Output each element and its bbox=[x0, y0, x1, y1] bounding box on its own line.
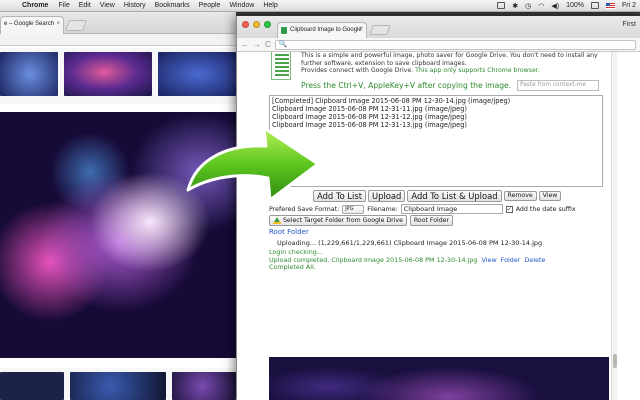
menu-people[interactable]: People bbox=[199, 2, 221, 9]
profile-button[interactable]: First bbox=[622, 21, 636, 28]
menu-edit[interactable]: Edit bbox=[79, 2, 91, 9]
close-icon[interactable]: × bbox=[359, 26, 363, 32]
app-logo-icon bbox=[271, 52, 291, 80]
filename-label: Filename: bbox=[367, 205, 398, 213]
menu-history[interactable]: History bbox=[124, 2, 146, 9]
google-drive-icon bbox=[273, 217, 281, 224]
close-window-button[interactable] bbox=[242, 21, 249, 28]
browser-support-note: This app only supports Chrome browser. bbox=[413, 67, 540, 75]
thumbnail-image[interactable] bbox=[0, 372, 64, 400]
new-tab-button[interactable] bbox=[64, 20, 88, 31]
upload-button[interactable]: Upload bbox=[368, 190, 406, 202]
filename-input[interactable]: Clipboard Image bbox=[400, 204, 503, 214]
input-source-flag-icon[interactable] bbox=[606, 2, 615, 9]
folder-row: Select Target Folder from Google Drive R… bbox=[269, 215, 454, 226]
delete-link[interactable]: Delete bbox=[524, 256, 545, 264]
app-content: This is a simple and powerful image, pho… bbox=[237, 52, 611, 400]
current-folder-link[interactable]: Root Folder bbox=[269, 228, 309, 236]
select-folder-label: Select Target Folder from Google Drive bbox=[283, 217, 403, 224]
tab-title: Clipboard Image to Google bbox=[290, 27, 362, 33]
toolbar: ← → C 🔍 bbox=[237, 38, 640, 52]
list-item[interactable]: [Completed] Clipboard Image 2015-06-08 P… bbox=[272, 97, 600, 105]
new-tab-button[interactable] bbox=[369, 25, 391, 35]
root-folder-button[interactable]: Root Folder bbox=[409, 215, 454, 226]
back-tab-google-search[interactable]: e – Google Search × bbox=[0, 16, 64, 34]
uploaded-image-preview bbox=[269, 357, 609, 400]
app-favicon-icon bbox=[281, 27, 287, 34]
image-thumbnail-row-bottom bbox=[0, 368, 236, 400]
menu-app-chrome[interactable]: Chrome bbox=[22, 2, 48, 9]
description-line: This is a simple and powerful image, pho… bbox=[301, 52, 598, 59]
time-machine-icon[interactable]: ◷ bbox=[525, 2, 531, 10]
app-description: This is a simple and powerful image, pho… bbox=[301, 52, 601, 75]
back-tab-strip: e – Google Search × bbox=[0, 12, 236, 34]
remove-button[interactable]: Remove bbox=[503, 191, 537, 201]
battery-level[interactable]: 100% bbox=[566, 2, 584, 9]
volume-icon[interactable]: ◀) bbox=[551, 2, 559, 10]
add-to-list-and-upload-button[interactable]: Add To List & Upload bbox=[407, 190, 502, 202]
scrollbar-thumb[interactable] bbox=[613, 354, 617, 368]
tab-clipboard-image[interactable]: Clipboard Image to Google × bbox=[277, 22, 367, 38]
menu-help[interactable]: Help bbox=[263, 2, 277, 9]
thumbnail-image[interactable] bbox=[158, 52, 236, 96]
paste-input[interactable]: Paste from context-me bbox=[517, 80, 599, 91]
bluetooth-icon[interactable]: ✱ bbox=[512, 2, 518, 10]
thumbnail-image[interactable] bbox=[70, 372, 166, 400]
wifi-icon[interactable]: ◠ bbox=[538, 2, 544, 10]
completed-all-message: Completed All. bbox=[269, 263, 316, 272]
search-icon: 🔍 bbox=[278, 40, 288, 48]
image-thumbnail-row bbox=[0, 48, 236, 104]
menu-bookmarks[interactable]: Bookmarks bbox=[155, 2, 190, 9]
thumbnail-image[interactable] bbox=[172, 372, 236, 400]
address-bar[interactable]: 🔍 bbox=[274, 39, 636, 50]
zoom-window-button[interactable] bbox=[264, 21, 271, 28]
thumbnail-image[interactable] bbox=[0, 52, 58, 96]
clock[interactable]: Fri 2 bbox=[622, 2, 636, 9]
vertical-scrollbar[interactable] bbox=[611, 52, 617, 400]
select-target-folder-button[interactable]: Select Target Folder from Google Drive bbox=[269, 215, 407, 226]
status-log: Login checking... Upload completed. Clip… bbox=[269, 248, 545, 272]
list-item[interactable]: Clipboard Image 2015-06-08 PM 12-31-11.j… bbox=[272, 105, 600, 113]
battery-icon bbox=[591, 2, 599, 9]
upload-progress-text: Uploading... (1,229,661/1,229,661) Clipb… bbox=[277, 239, 543, 247]
close-icon[interactable]: × bbox=[56, 21, 60, 27]
date-suffix-checkbox[interactable]: ✓ bbox=[505, 205, 513, 213]
description-text: Provides connect with Google Drive. bbox=[301, 67, 414, 75]
menu-bar: Chrome File Edit View History Bookmarks … bbox=[0, 0, 640, 12]
date-suffix-label: Add the date suffix bbox=[515, 205, 576, 213]
window-controls bbox=[242, 21, 271, 28]
forward-arrow-icon[interactable]: → bbox=[253, 40, 261, 49]
thumbnail-image[interactable] bbox=[64, 52, 152, 96]
status-area: ✱ ◷ ◠ ◀) 100% Fri 2 bbox=[497, 2, 636, 10]
green-arrow-icon bbox=[186, 126, 320, 202]
action-buttons: Add To List Upload Add To List & Upload … bbox=[313, 190, 562, 202]
format-select[interactable]: JPG bbox=[342, 204, 365, 214]
description-line: Provides connect with Google Drive. This… bbox=[301, 67, 601, 75]
view-link[interactable]: View bbox=[482, 256, 497, 264]
paste-hint: Press the Ctrl+V, AppleKey+V after copyi… bbox=[301, 81, 512, 90]
back-tab-title: e – Google Search bbox=[4, 21, 55, 27]
reload-icon[interactable]: C bbox=[265, 40, 271, 49]
window-icon[interactable] bbox=[497, 2, 506, 9]
description-line: further software, extension to save clip… bbox=[301, 59, 467, 67]
menu-view[interactable]: View bbox=[100, 2, 115, 9]
back-toolbar bbox=[0, 34, 236, 46]
back-arrow-icon[interactable]: ← bbox=[241, 40, 249, 49]
menu-file[interactable]: File bbox=[58, 2, 69, 9]
minimize-window-button[interactable] bbox=[253, 21, 260, 28]
view-button[interactable]: View bbox=[538, 191, 562, 201]
folder-link[interactable]: Folder bbox=[501, 256, 521, 264]
tab-strip: Clipboard Image to Google × First bbox=[237, 16, 640, 38]
menu-window[interactable]: Window bbox=[229, 2, 254, 9]
